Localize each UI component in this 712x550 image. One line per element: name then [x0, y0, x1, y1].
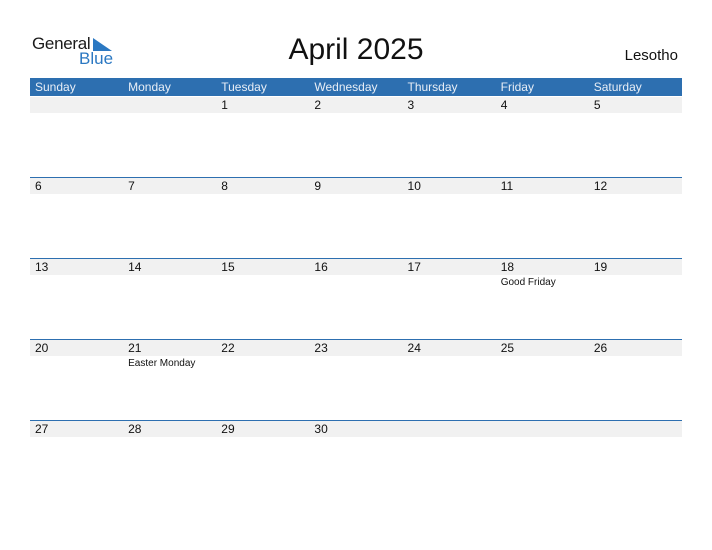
- day-number: 13: [35, 260, 49, 274]
- day-cell: 23: [309, 340, 402, 421]
- week-row: 6 7 8 9 10 11 12: [30, 177, 682, 259]
- day-cell: 3: [403, 97, 496, 178]
- week-row: 1 2 3 4 5: [30, 97, 682, 178]
- day-number: 30: [314, 422, 328, 436]
- day-number: 19: [593, 260, 608, 274]
- day-cell: 10: [403, 178, 496, 259]
- day-cell: 22: [216, 340, 309, 421]
- day-cell: 12: [589, 178, 682, 259]
- weekday-tuesday: Tuesday: [221, 80, 267, 94]
- day-cell: 26: [589, 340, 682, 421]
- holiday-label: Good Friday: [500, 277, 556, 288]
- day-number: 10: [407, 179, 421, 193]
- country-label: Lesotho: [624, 47, 678, 64]
- day-cell: 6: [30, 178, 123, 259]
- day-number: 20: [35, 341, 49, 355]
- weekday-friday: Friday: [500, 80, 534, 94]
- day-cell: [589, 421, 682, 502]
- day-cell: 7: [123, 178, 216, 259]
- day-number: 1: [221, 98, 228, 112]
- day-cell: 4: [496, 97, 589, 178]
- day-number: 21: [128, 341, 142, 355]
- weekday-sunday: Sunday: [35, 80, 76, 94]
- day-cell: 29: [216, 421, 309, 502]
- day-number: 7: [128, 179, 135, 193]
- day-number: 8: [221, 179, 228, 193]
- day-number: 25: [500, 341, 515, 355]
- day-cell: 8: [216, 178, 309, 259]
- weekday-saturday: Saturday: [593, 80, 642, 94]
- day-number: 27: [35, 422, 49, 436]
- day-cell: 27: [30, 421, 123, 502]
- weekday-thursday: Thursday: [407, 80, 458, 94]
- week-row: 20 21 Easter Monday 22 23 24 25 26: [30, 339, 682, 421]
- day-cell: [403, 421, 496, 502]
- day-cell: 21 Easter Monday: [123, 340, 216, 421]
- day-cell: 30: [309, 421, 402, 502]
- day-number: 9: [314, 179, 322, 193]
- weekday-monday: Monday: [128, 80, 171, 94]
- day-cell: 28: [123, 421, 216, 502]
- day-cell: 18 Good Friday: [496, 259, 589, 340]
- day-number: 29: [221, 422, 235, 436]
- page-title: April 2025: [288, 33, 424, 66]
- day-cell: 14: [123, 259, 216, 340]
- day-cell: [496, 421, 589, 502]
- day-cell: 20: [30, 340, 123, 421]
- day-cell: 1: [216, 97, 309, 178]
- day-cell: 2: [309, 97, 402, 178]
- day-number: 16: [314, 260, 328, 274]
- day-cell: 19: [589, 259, 682, 340]
- week-row: 13 14 15 16 17 18 Good Friday 19: [30, 258, 682, 340]
- day-number: 12: [593, 179, 608, 193]
- day-number: 2: [314, 98, 322, 112]
- day-number: 26: [593, 341, 608, 355]
- weekday-wednesday: Wednesday: [314, 80, 378, 94]
- day-number: 6: [35, 179, 42, 193]
- day-number: 17: [407, 260, 421, 274]
- day-cell: 25: [496, 340, 589, 421]
- day-number: 3: [407, 98, 415, 112]
- day-number: 14: [128, 260, 142, 274]
- day-cell: 17: [403, 259, 496, 340]
- weekday-header: Sunday Monday Tuesday Wednesday Thursday…: [30, 78, 682, 96]
- day-number: 5: [593, 98, 601, 112]
- day-number: 23: [314, 341, 328, 355]
- day-cell: 13: [30, 259, 123, 340]
- day-number: 15: [221, 260, 235, 274]
- day-cell: 16: [309, 259, 402, 340]
- week-row: 27 28 29 30: [30, 420, 682, 502]
- day-number: 24: [407, 341, 421, 355]
- day-cell: 9: [309, 178, 402, 259]
- day-cell: 5: [589, 97, 682, 178]
- day-cell: [30, 97, 123, 178]
- holiday-label: Easter Monday: [128, 358, 196, 369]
- day-cell: 15: [216, 259, 309, 340]
- day-number: 22: [221, 341, 235, 355]
- day-number: 28: [128, 422, 142, 436]
- day-cell: [123, 97, 216, 178]
- day-number: 4: [500, 98, 508, 112]
- day-cell: 11: [496, 178, 589, 259]
- day-cell: 24: [403, 340, 496, 421]
- day-number: 11: [500, 179, 514, 193]
- day-number: 18: [500, 260, 515, 274]
